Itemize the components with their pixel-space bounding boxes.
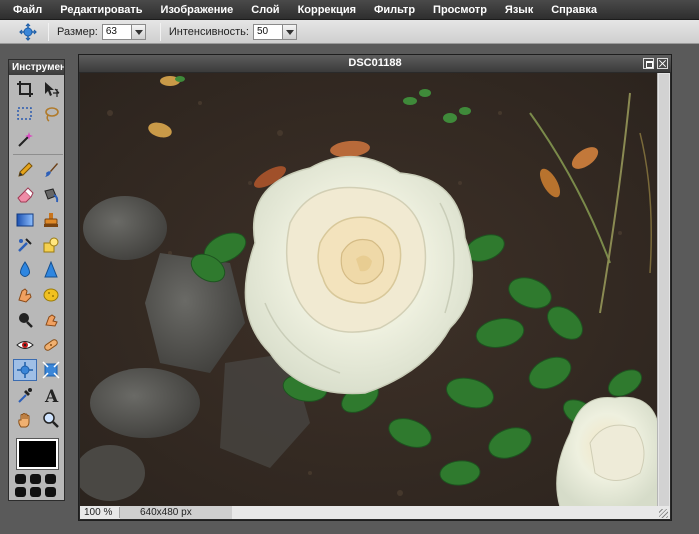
pinch-tool-icon[interactable]: [39, 359, 63, 381]
hand-tool-icon[interactable]: [13, 409, 37, 431]
size-dropdown-icon[interactable]: [130, 24, 145, 39]
options-bar: Размер: 63 Интенсивность: 50: [0, 20, 699, 44]
brush-tool-icon[interactable]: [39, 159, 63, 181]
close-icon[interactable]: [657, 58, 668, 69]
menu-help[interactable]: Справка: [542, 0, 606, 20]
menu-edit[interactable]: Редактировать: [51, 0, 151, 20]
zoom-level[interactable]: 100 %: [80, 507, 120, 518]
clone-stamp-tool-icon[interactable]: [39, 209, 63, 231]
magic-wand-tool-icon[interactable]: [13, 128, 37, 150]
color-picker-tool-icon[interactable]: [13, 384, 37, 406]
move-tool-icon[interactable]: [39, 78, 63, 100]
image-window-title: DSC01188: [348, 57, 402, 69]
intensity-select[interactable]: 50: [252, 23, 297, 40]
palette-dot[interactable]: [15, 487, 26, 497]
menu-adjustment[interactable]: Коррекция: [289, 0, 365, 20]
image-status-bar: 100 % 640x480 px: [80, 506, 670, 519]
bloat-tool-icon[interactable]: [13, 359, 37, 381]
replace-color-tool-icon[interactable]: [39, 184, 63, 206]
menu-language[interactable]: Язык: [496, 0, 542, 20]
toolbox-blank: [39, 128, 63, 150]
menu-file[interactable]: Файл: [0, 0, 51, 20]
dodge-tool-icon[interactable]: [39, 309, 63, 331]
burn-tool-icon[interactable]: [13, 309, 37, 331]
menu-layer[interactable]: Слой: [242, 0, 288, 20]
options-separator: [159, 22, 161, 41]
maximize-icon[interactable]: [643, 58, 654, 69]
crop-tool-icon[interactable]: [13, 78, 37, 100]
size-value[interactable]: 63: [103, 25, 131, 39]
menu-bar: Файл Редактировать Изображение Слой Корр…: [0, 0, 699, 20]
palette-dot[interactable]: [30, 474, 41, 484]
menu-image[interactable]: Изображение: [152, 0, 243, 20]
shape-tool-icon[interactable]: [39, 234, 63, 256]
image-dimensions: 640x480 px: [120, 506, 232, 519]
vertical-scrollbar[interactable]: [657, 73, 670, 507]
blur-tool-icon[interactable]: [13, 259, 37, 281]
image-canvas[interactable]: [80, 73, 658, 507]
intensity-dropdown-icon[interactable]: [281, 24, 296, 39]
palette-dot[interactable]: [45, 487, 56, 497]
intensity-label: Интенсивность:: [168, 25, 249, 38]
bloat-tool-icon: [18, 22, 38, 41]
sponge-tool-icon[interactable]: [39, 284, 63, 306]
smudge-tool-icon[interactable]: [13, 284, 37, 306]
eraser-tool-icon[interactable]: [13, 184, 37, 206]
color-replace-tool-icon[interactable]: [13, 234, 37, 256]
gradient-tool-icon[interactable]: [13, 209, 37, 231]
menu-view[interactable]: Просмотр: [424, 0, 496, 20]
toolbox-panel: Инструменты: [8, 59, 65, 501]
spot-heal-tool-icon[interactable]: [39, 334, 63, 356]
image-window: DSC01188 100 % 640x480 px: [78, 54, 672, 521]
palette-dot[interactable]: [45, 474, 56, 484]
red-eye-tool-icon[interactable]: [13, 334, 37, 356]
toolbox-divider: [13, 154, 63, 155]
options-separator: [48, 22, 49, 41]
svg-text:A: A: [44, 387, 59, 404]
scrollbar-thumb[interactable]: [659, 74, 669, 506]
image-window-titlebar[interactable]: DSC01188: [79, 55, 671, 72]
resize-grip-icon[interactable]: [659, 509, 668, 518]
menu-filter[interactable]: Фильтр: [365, 0, 424, 20]
zoom-tool-icon[interactable]: [39, 409, 63, 431]
rose-photo: [80, 73, 658, 507]
lasso-tool-icon[interactable]: [39, 103, 63, 125]
size-label: Размер:: [57, 25, 98, 38]
sharpen-tool-icon[interactable]: [39, 259, 63, 281]
toolbox-title: Инструменты: [9, 60, 64, 75]
pencil-tool-icon[interactable]: [13, 159, 37, 181]
palette-dot[interactable]: [15, 474, 26, 484]
palette-dot[interactable]: [30, 487, 41, 497]
size-select[interactable]: 63: [101, 23, 146, 40]
swatch-palette: [15, 474, 57, 497]
marquee-tool-icon[interactable]: [13, 103, 37, 125]
primary-color-swatch[interactable]: [16, 438, 59, 470]
intensity-value[interactable]: 50: [254, 25, 282, 39]
text-tool-icon[interactable]: A: [39, 384, 63, 406]
